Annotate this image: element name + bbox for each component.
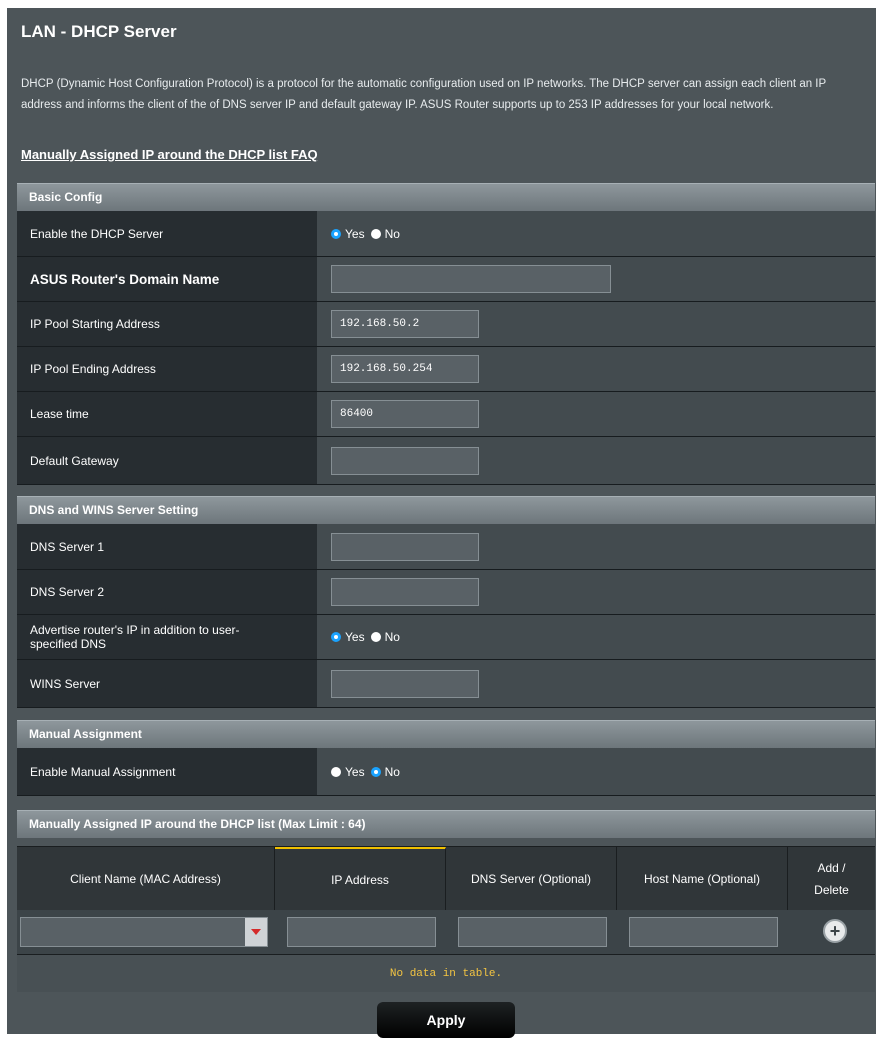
enable-dhcp-no-radio[interactable]: No	[370, 226, 400, 241]
dns-wins-header: DNS and WINS Server Setting	[17, 496, 875, 524]
enable-dhcp-label: Enable the DHCP Server	[17, 211, 317, 256]
host-name-input[interactable]	[629, 917, 778, 947]
advertise-no-label: No	[384, 630, 400, 644]
page-title: LAN - DHCP Server	[21, 22, 177, 41]
enable-dhcp-no-label: No	[384, 226, 400, 241]
pool-start-input[interactable]	[331, 310, 479, 338]
page-description: DHCP (Dynamic Host Configuration Protoco…	[21, 78, 826, 111]
add-entry-icon[interactable]: +	[823, 919, 847, 943]
dns2-row: DNS Server 2	[17, 570, 875, 615]
client-name-dropdown-button[interactable]	[245, 918, 267, 946]
default-gateway-label: Default Gateway	[17, 437, 317, 484]
radio-unselected-icon	[370, 228, 381, 239]
enable-dhcp-yes-radio[interactable]: Yes	[331, 227, 365, 241]
dns-server-input[interactable]	[458, 917, 607, 947]
dns1-row: DNS Server 1	[17, 524, 875, 570]
column-dns-server: DNS Server (Optional)	[446, 847, 617, 910]
default-gateway-input[interactable]	[331, 446, 479, 475]
empty-table-message: No data in table.	[17, 954, 875, 992]
enable-manual-yes-label: Yes	[345, 764, 365, 779]
enable-manual-yes-radio[interactable]: Yes	[331, 765, 365, 779]
advertise-row: Advertise router's IP in addition to use…	[17, 615, 875, 660]
domain-name-row: ASUS Router's Domain Name	[17, 257, 875, 302]
advertise-radio-group: Yes No	[331, 630, 406, 644]
pool-start-row: IP Pool Starting Address	[17, 302, 875, 347]
radio-selected-icon	[331, 632, 341, 642]
default-gateway-row: Default Gateway	[17, 437, 875, 485]
basic-config-header: Basic Config	[17, 183, 875, 211]
enable-manual-row: Enable Manual Assignment Yes No	[17, 748, 875, 796]
manual-assignment-header: Manual Assignment	[17, 720, 875, 748]
advertise-yes-label: Yes	[345, 630, 365, 644]
advertise-no-radio[interactable]: No	[370, 630, 400, 644]
manual-list-input-row: +	[17, 910, 875, 954]
pool-end-label: IP Pool Ending Address	[17, 347, 317, 391]
pool-end-input[interactable]	[331, 355, 479, 383]
radio-unselected-icon	[331, 766, 341, 777]
dns2-label: DNS Server 2	[17, 570, 317, 614]
radio-selected-icon	[331, 228, 341, 239]
wins-input[interactable]	[331, 669, 479, 698]
enable-dhcp-radio-group: Yes No	[331, 227, 406, 241]
enable-manual-label: Enable Manual Assignment	[17, 748, 317, 795]
manual-list-header: Manually Assigned IP around the DHCP lis…	[17, 810, 875, 838]
column-client-name: Client Name (MAC Address)	[17, 847, 275, 910]
chevron-down-icon	[251, 929, 261, 935]
wins-row: WINS Server	[17, 660, 875, 708]
wins-label: WINS Server	[17, 660, 317, 707]
enable-manual-no-label: No	[384, 764, 400, 779]
domain-name-input[interactable]	[331, 265, 611, 293]
radio-unselected-icon	[370, 632, 381, 642]
enable-dhcp-yes-label: Yes	[345, 226, 365, 241]
column-add-delete: Add / Delete	[814, 860, 849, 897]
advertise-label: Advertise router's IP in addition to use…	[17, 615, 317, 659]
enable-dhcp-row: Enable the DHCP Server Yes No	[17, 211, 875, 257]
domain-name-label: ASUS Router's Domain Name	[17, 257, 317, 301]
apply-button[interactable]: Apply	[377, 1002, 515, 1038]
column-ip-address: IP Address	[275, 847, 446, 910]
dhcp-server-panel: LAN - DHCP Server DHCP (Dynamic Host Con…	[7, 8, 876, 1038]
radio-selected-icon	[370, 766, 381, 777]
dns1-input[interactable]	[331, 532, 479, 561]
enable-manual-no-radio[interactable]: No	[370, 764, 400, 779]
column-host-name: Host Name (Optional)	[617, 847, 788, 910]
dns2-input[interactable]	[331, 578, 479, 606]
lease-time-input[interactable]	[331, 400, 479, 428]
advertise-yes-radio[interactable]: Yes	[331, 630, 365, 644]
manual-list-table-header: Client Name (MAC Address) IP Address DNS…	[17, 846, 875, 910]
faq-link[interactable]: Manually Assigned IP around the DHCP lis…	[21, 147, 318, 162]
lease-time-row: Lease time	[17, 392, 875, 437]
ip-address-input[interactable]	[287, 917, 436, 947]
dns1-label: DNS Server 1	[17, 524, 317, 569]
pool-start-label: IP Pool Starting Address	[17, 302, 317, 346]
pool-end-row: IP Pool Ending Address	[17, 347, 875, 392]
lease-time-label: Lease time	[17, 392, 317, 436]
client-name-select[interactable]	[20, 917, 268, 947]
enable-manual-radio-group: Yes No	[331, 765, 406, 779]
